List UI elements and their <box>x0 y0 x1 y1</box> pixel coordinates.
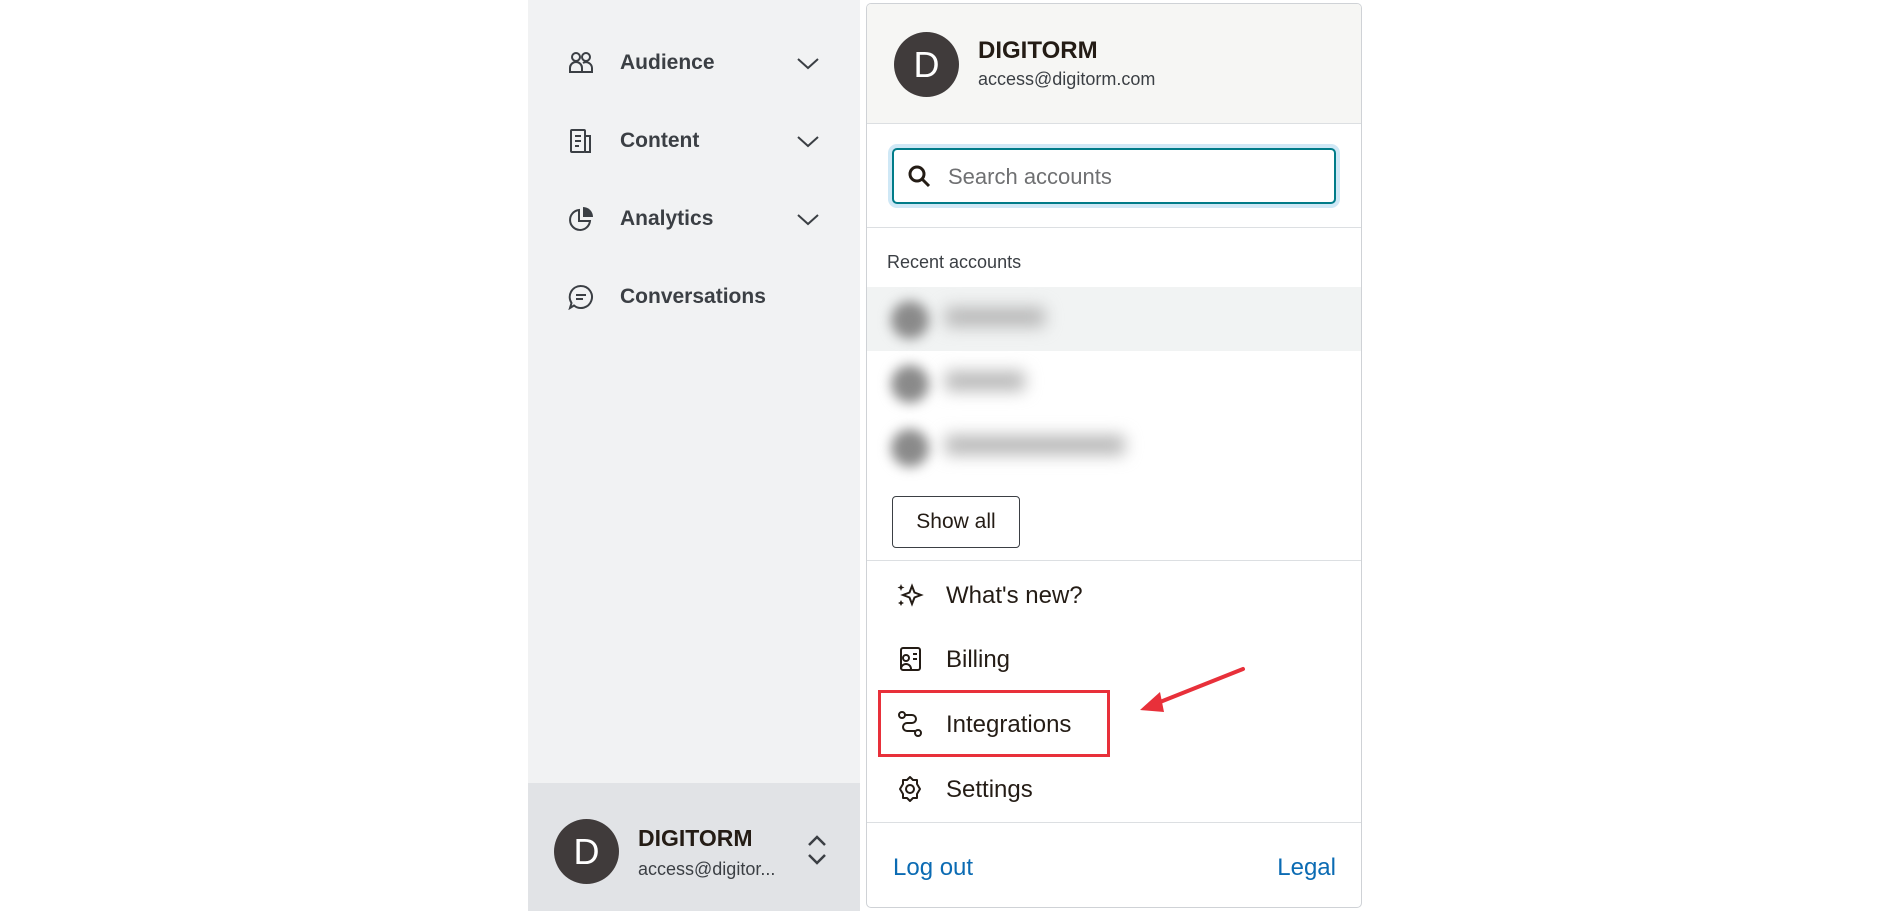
avatar: D <box>554 819 619 884</box>
chevron-down-icon[interactable] <box>796 53 820 73</box>
chevron-down-icon[interactable] <box>796 131 820 151</box>
account-email: access@digitorm.com <box>978 69 1156 89</box>
sidebar-item-label: Content <box>620 129 700 152</box>
analytics-icon <box>569 207 593 231</box>
menu-item-label: Billing <box>946 646 1011 673</box>
list-item[interactable] <box>867 415 1361 479</box>
chevron-up-down-icon[interactable] <box>806 832 828 868</box>
account-menu-panel: D DIGITORM access@digitorm.com Recent ac… <box>866 3 1362 908</box>
search-field[interactable] <box>892 148 1336 204</box>
divider <box>867 560 1361 561</box>
show-all-button[interactable]: Show all <box>892 496 1020 548</box>
sparkles-icon <box>897 583 924 607</box>
redacted-account-name <box>945 307 1045 327</box>
conversations-icon <box>568 284 593 310</box>
sidebar-item-label: Audience <box>620 51 715 74</box>
log-out-link[interactable]: Log out <box>893 854 973 882</box>
menu-item-settings[interactable]: Settings <box>867 761 1361 817</box>
list-item[interactable] <box>867 287 1361 351</box>
menu-item-label: Integrations <box>946 711 1072 738</box>
divider <box>867 227 1361 228</box>
menu-item-billing[interactable]: Billing <box>867 631 1361 687</box>
sidebar-item-label: Conversations <box>620 285 766 308</box>
recent-accounts-label: Recent accounts <box>887 252 1022 272</box>
account-switcher[interactable]: D DIGITORM access@digitor... <box>528 783 860 911</box>
menu-item-label: Settings <box>946 776 1033 803</box>
search-icon <box>908 165 931 188</box>
legal-link[interactable]: Legal <box>1277 854 1336 882</box>
menu-item-whats-new[interactable]: What's new? <box>867 567 1361 623</box>
search-input[interactable] <box>946 150 1330 204</box>
account-email: access@digitor... <box>638 859 776 879</box>
avatar <box>891 301 929 339</box>
account-name: DIGITORM <box>978 37 1098 64</box>
redacted-account-name <box>945 371 1025 391</box>
sidebar-item-audience[interactable]: Audience <box>528 33 860 93</box>
account-name: DIGITORM <box>638 825 753 851</box>
redacted-account-name <box>945 435 1125 455</box>
account-menu-header: D DIGITORM access@digitorm.com <box>867 4 1361 124</box>
chevron-down-icon[interactable] <box>796 209 820 229</box>
menu-item-label: What's new? <box>946 582 1083 609</box>
billing-icon <box>900 647 921 671</box>
gear-icon <box>899 776 921 802</box>
sidebar-item-label: Analytics <box>620 207 714 230</box>
content-icon <box>570 129 591 153</box>
sidebar-item-content[interactable]: Content <box>528 111 860 171</box>
list-item[interactable] <box>867 351 1361 415</box>
divider <box>867 822 1361 823</box>
avatar: D <box>894 32 959 97</box>
avatar <box>891 429 929 467</box>
avatar <box>891 365 929 403</box>
integrations-icon <box>898 711 922 737</box>
sidebar-item-analytics[interactable]: Analytics <box>528 189 860 249</box>
menu-item-integrations[interactable]: Integrations <box>867 696 1361 752</box>
audience-icon <box>569 52 593 73</box>
sidebar: Audience Content Analytics Conversations… <box>528 0 860 911</box>
sidebar-item-conversations[interactable]: Conversations <box>528 267 860 327</box>
